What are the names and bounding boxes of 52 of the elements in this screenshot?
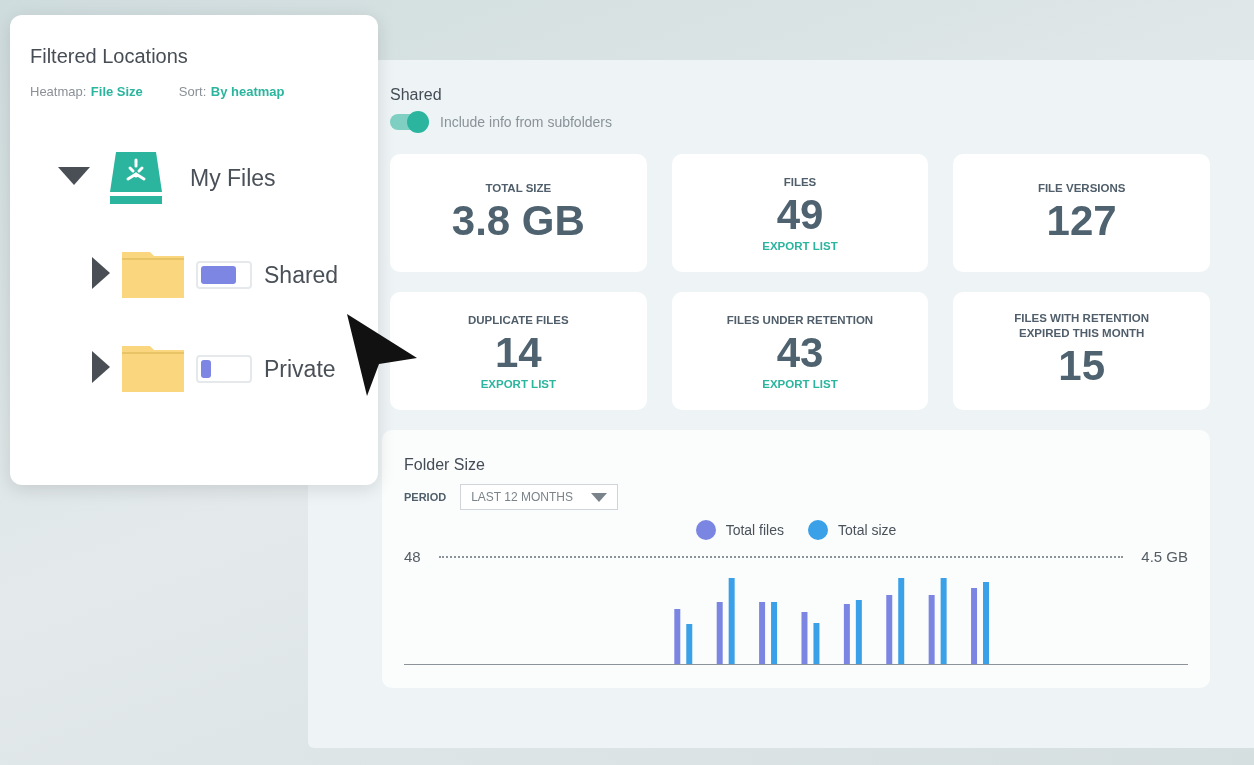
legend-label: Total size — [838, 522, 897, 538]
export-link[interactable]: EXPORT LIST — [480, 377, 557, 390]
caret-down-icon[interactable] — [58, 167, 90, 185]
stat-value: 14 — [494, 327, 542, 378]
folder-icon — [122, 346, 184, 392]
axis-max-label: 48 — [404, 548, 421, 565]
cursor-icon — [345, 312, 419, 398]
drive-icon — [110, 152, 162, 204]
tree-item[interactable]: My Files — [190, 164, 276, 192]
filter-label: Heatmap: — [30, 84, 87, 99]
tree-item[interactable]: Private — [264, 355, 336, 383]
caret-down-icon — [591, 492, 608, 502]
files-bar — [886, 595, 893, 665]
export-link[interactable]: EXPORT LIST — [762, 239, 838, 252]
files-bar — [843, 604, 850, 665]
stat-label: FILE VERSIONS — [1037, 180, 1126, 196]
toggle-switch[interactable] — [390, 114, 428, 130]
stat-value: 3.8 GB — [451, 195, 585, 246]
export-link[interactable]: EXPORT LIST — [762, 377, 838, 390]
stat-value: 127 — [1046, 195, 1117, 246]
period-dropdown[interactable]: LAST 12 MONTHS — [460, 484, 619, 510]
axis-max-label: 4.5 GB — [1141, 548, 1188, 565]
filter-value[interactable]: File Size — [90, 84, 143, 99]
stat-label: FILES — [783, 174, 817, 190]
size-bar — [855, 600, 862, 665]
period-label: PERIOD — [404, 491, 447, 503]
stat-label: DUPLICATE FILES — [467, 312, 569, 328]
files-bar — [759, 602, 766, 665]
stat-label: TOTAL SIZE — [485, 180, 552, 196]
files-bar — [716, 602, 723, 665]
files-bar — [801, 612, 808, 665]
stat-value: 15 — [1058, 341, 1105, 391]
size-bar — [813, 623, 820, 665]
files-bar — [674, 609, 681, 665]
size-bar — [771, 602, 778, 665]
stat-value: 49 — [776, 189, 824, 240]
stat-label: FILES UNDER RETENTION — [726, 312, 874, 328]
legend-label: Total files — [725, 522, 784, 538]
caret-right-icon[interactable] — [92, 351, 110, 383]
tree-item[interactable]: Shared — [264, 261, 339, 289]
folder-icon — [122, 252, 184, 298]
size-bar — [686, 624, 693, 665]
stat-label: FILES WITH RETENTION EXPIRED THIS MONTH — [1013, 311, 1151, 341]
toggle-label: Include info from subfolders — [440, 114, 612, 130]
filter-value[interactable]: By heatmap — [210, 84, 285, 99]
folder-title: Shared — [390, 86, 443, 104]
card-title: Filtered Locations — [30, 45, 189, 68]
chart-title: Folder Size — [404, 456, 486, 474]
stat-value: 43 — [776, 327, 824, 378]
caret-right-icon[interactable] — [92, 257, 110, 289]
filter-label: Sort: — [178, 84, 207, 99]
files-bar — [928, 595, 935, 665]
